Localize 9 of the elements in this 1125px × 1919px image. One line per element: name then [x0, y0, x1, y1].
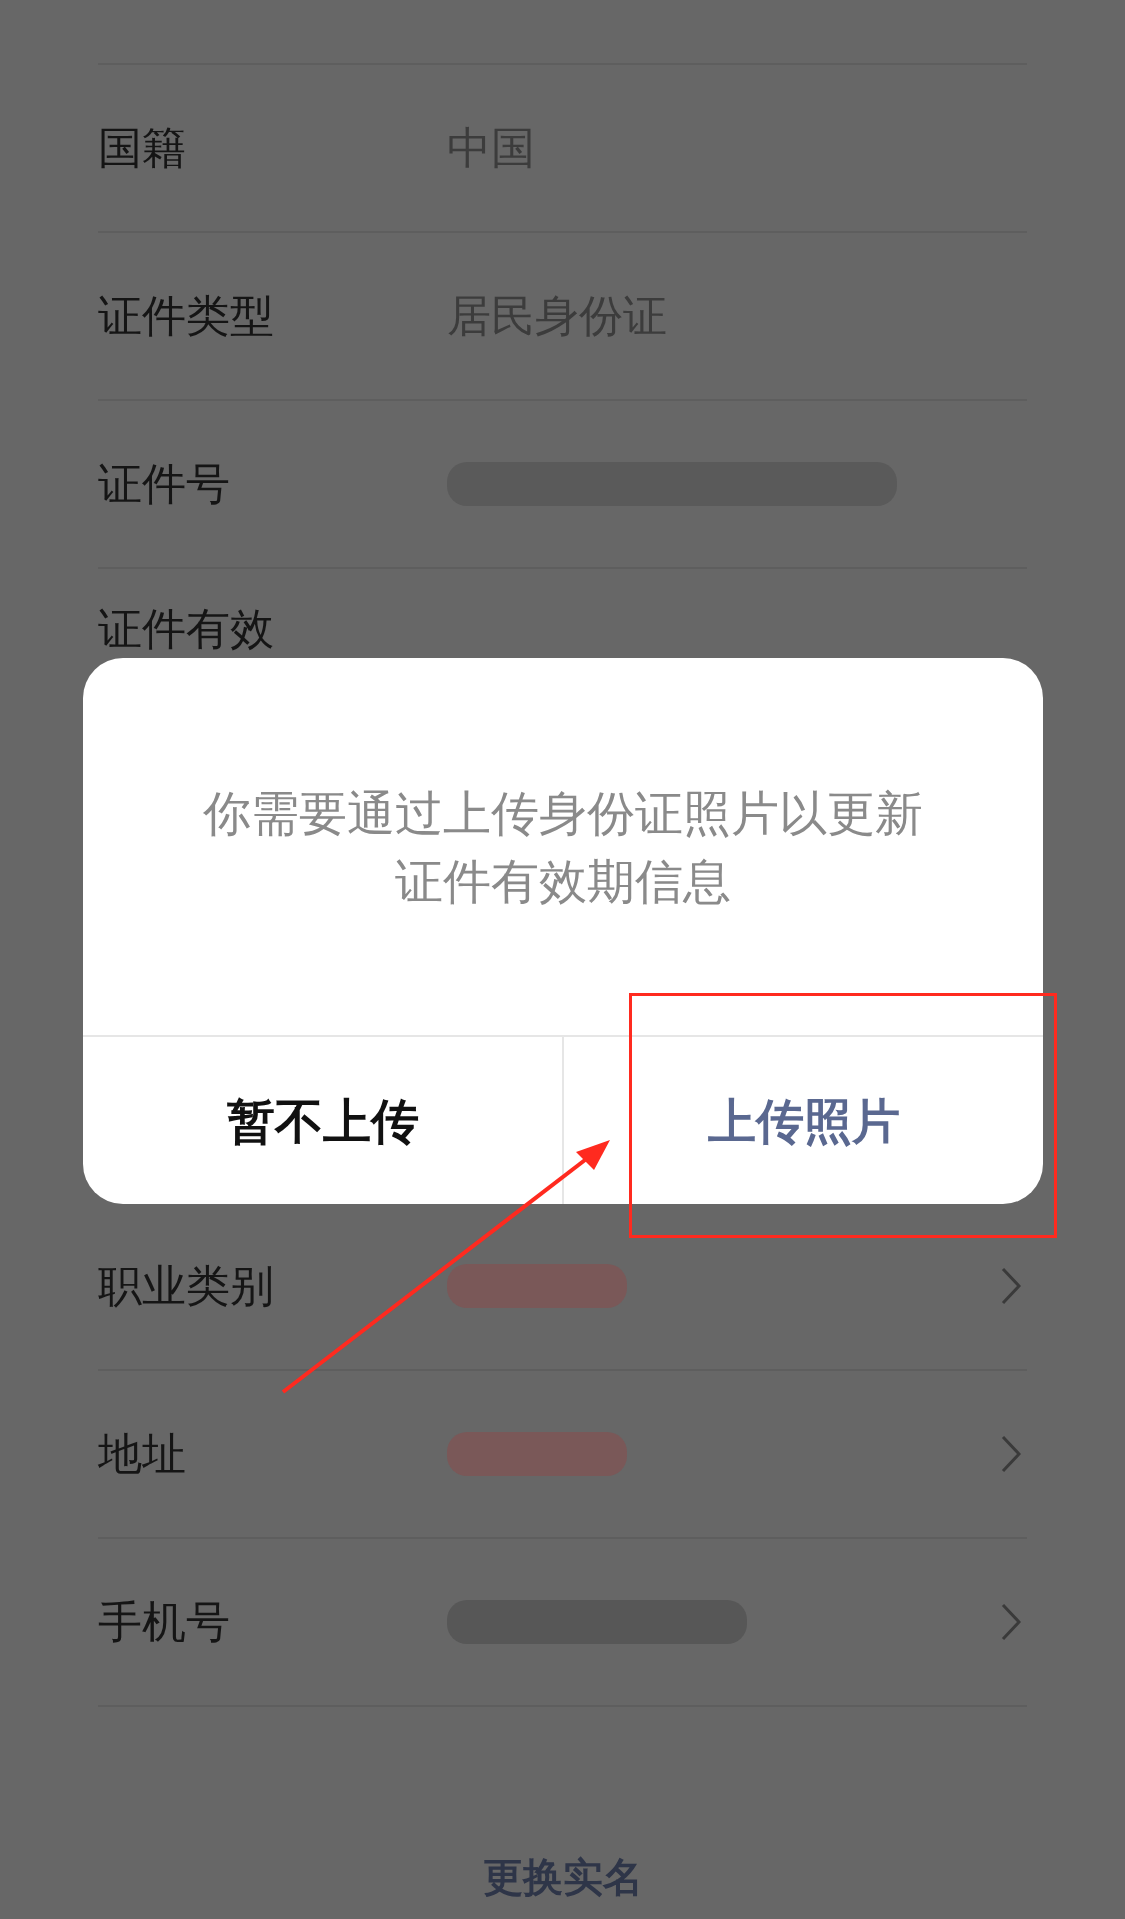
dialog-message: 你需要通过上传身份证照片以更新证件有效期信息 [202, 783, 924, 911]
field-label: 证件号 [98, 462, 231, 506]
field-label: 手机号 [98, 1600, 231, 1644]
field-label: 地址 [98, 1432, 187, 1476]
field-label: 国籍 [98, 126, 187, 170]
field-label: 职业类别 [98, 1264, 275, 1308]
cancel-button[interactable]: 暂不上传 [83, 1037, 562, 1204]
field-label: 证件类型 [98, 294, 275, 338]
field-label: 证件有效 [98, 603, 274, 654]
